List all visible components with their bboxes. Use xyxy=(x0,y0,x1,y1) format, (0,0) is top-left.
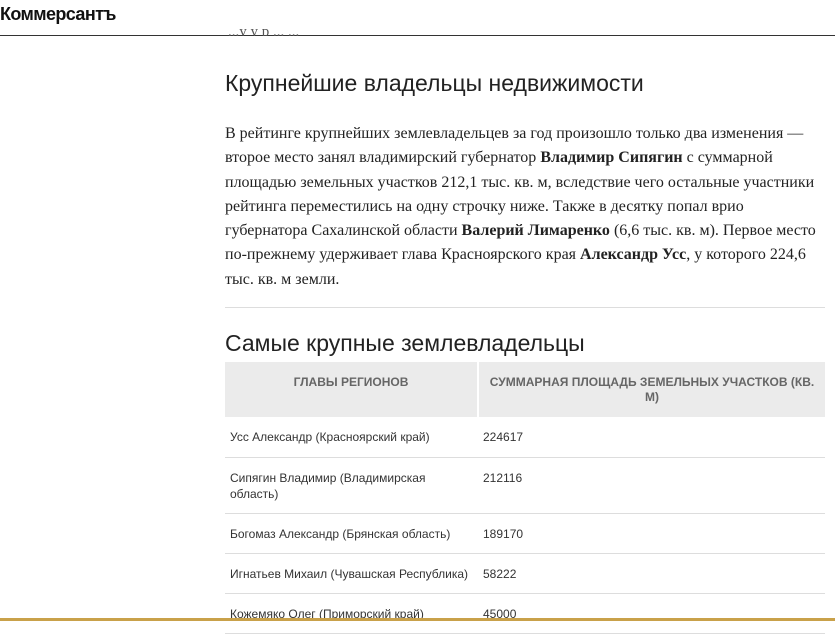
person-name: Валерий Лимаренко xyxy=(461,222,610,240)
table-row: Сипягин Владимир (Владимирская область) … xyxy=(225,457,825,514)
cell-value: 224617 xyxy=(478,417,825,458)
cut-off-text: ...у у р ... ... xyxy=(228,28,300,36)
cell-value: 58222 xyxy=(478,553,825,594)
site-logo[interactable]: Коммерсантъ xyxy=(0,4,116,25)
column-header-area: Суммарная площадь земельных участков (кв… xyxy=(478,362,825,417)
section-title-real-estate: Крупнейшие владельцы недвижимости xyxy=(225,70,644,96)
cell-name: Кожемяко Олег (Приморский край) xyxy=(225,593,478,634)
cell-name: Игнатьев Михаил (Чувашская Республика) xyxy=(225,553,478,594)
cell-value: 45000 xyxy=(478,593,825,634)
table-row: Кожемяко Олег (Приморский край) 45000 xyxy=(225,593,825,634)
cell-value: 212116 xyxy=(478,457,825,514)
table-row: Игнатьев Михаил (Чувашская Республика) 5… xyxy=(225,553,825,594)
person-name: Владимир Сипягин xyxy=(540,149,683,167)
table-row: Усс Александр (Красноярский край) 224617 xyxy=(225,417,825,458)
table-header-row: Главы регионов Суммарная площадь земельн… xyxy=(225,362,825,417)
cell-name: Богомаз Александр (Брянская область) xyxy=(225,513,478,554)
landowners-table: Главы регионов Суммарная площадь земельн… xyxy=(225,362,825,634)
cell-name: Усс Александр (Красноярский край) xyxy=(225,417,478,458)
column-header-regions: Главы регионов xyxy=(225,362,479,417)
article-paragraph: В рейтинге крупнейших землевладельцев за… xyxy=(225,122,827,292)
cell-value: 189170 xyxy=(478,513,825,554)
table-row: Богомаз Александр (Брянская область) 189… xyxy=(225,513,825,554)
divider xyxy=(225,307,825,308)
section-title-landowners: Самые крупные землевладельцы xyxy=(225,330,585,356)
person-name: Александр Усс xyxy=(580,246,687,264)
top-bar: Коммерсантъ xyxy=(0,0,835,36)
cell-name: Сипягин Владимир (Владимирская область) xyxy=(225,457,478,514)
